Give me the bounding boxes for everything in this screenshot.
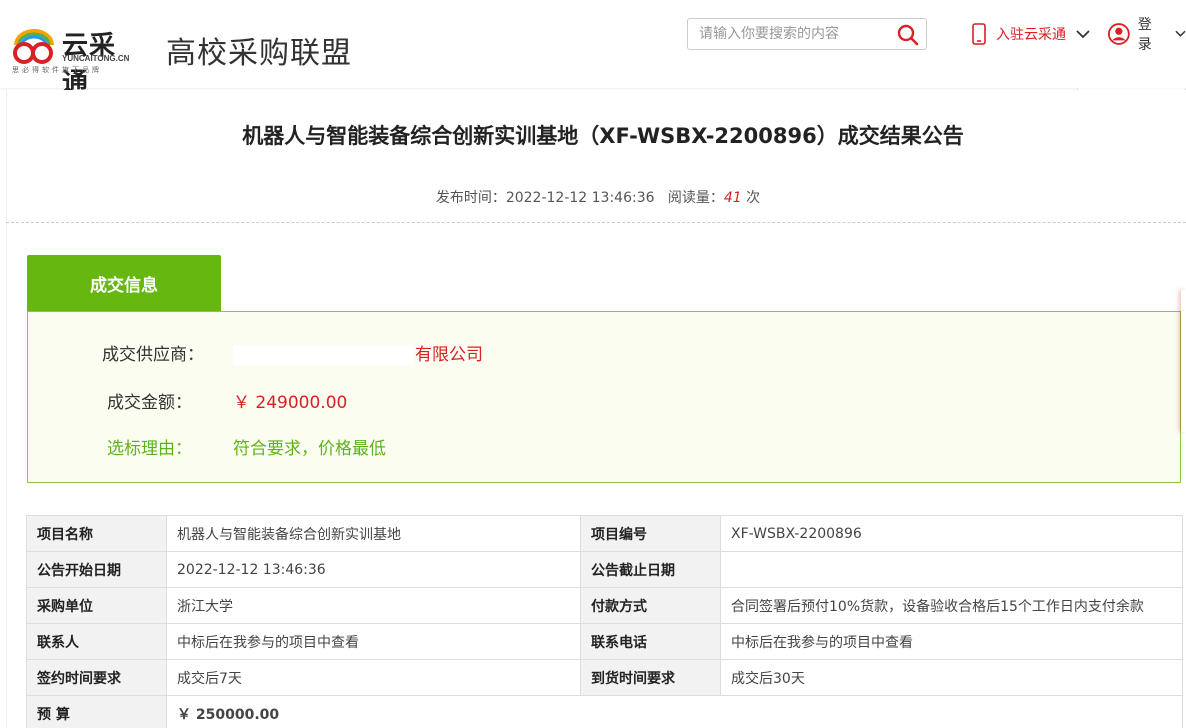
- table-value: 中标后在我参与的项目中查看: [166, 623, 581, 660]
- table-value: 中标后在我参与的项目中查看: [720, 623, 1183, 660]
- site-title: 高校采购联盟: [166, 36, 352, 71]
- table-key: 联系人: [26, 623, 167, 660]
- logo-slogan: 思必得软件旗下品牌: [12, 66, 102, 74]
- deal-reason-row: 选标理由： 符合要求，价格最低: [28, 434, 628, 459]
- search-input[interactable]: [688, 19, 888, 49]
- publish-time: 2022-12-12 13:46:36: [505, 190, 655, 206]
- reason-label: 选标理由：: [107, 439, 192, 459]
- reason-value: 符合要求，价格最低: [233, 439, 386, 459]
- supplier-label: 成交供应商：: [102, 345, 204, 365]
- table-key: 公告开始日期: [26, 551, 167, 588]
- table-row-budget: 预 算 ￥ 250000.00: [26, 695, 1183, 728]
- chevron-down-icon: [1175, 30, 1186, 37]
- supplier-value: 有限公司: [233, 340, 483, 365]
- logo-rings-icon: [13, 29, 54, 64]
- user-avatar-icon: [1108, 23, 1130, 45]
- table-key: 付款方式: [580, 587, 721, 624]
- table-value: 浙江大学: [166, 587, 581, 624]
- join-menu[interactable]: 入驻云采通: [972, 22, 1090, 46]
- supplier-name: 有限公司: [415, 345, 483, 365]
- deal-info-panel: 成交供应商： 有限公司 成交金额： ￥ 249000.00 选标理由： 符合要求…: [27, 311, 1181, 483]
- table-value: 2022-12-12 13:46:36: [166, 551, 581, 588]
- deal-supplier-row: 成交供应商： 有限公司: [28, 340, 628, 365]
- budget-label: 预 算: [26, 695, 167, 728]
- login-menu[interactable]: 登 录: [1108, 17, 1186, 53]
- table-row: 项目名称 机器人与智能装备综合创新实训基地 项目编号 XF-WSBX-22008…: [26, 515, 1183, 552]
- table-row: 联系人 中标后在我参与的项目中查看 联系电话 中标后在我参与的项目中查看: [26, 623, 1183, 660]
- table-row: 公告开始日期 2022-12-12 13:46:36 公告截止日期: [26, 551, 1183, 588]
- deal-amount-row: 成交金额： ￥ 249000.00: [28, 388, 628, 413]
- divider: [6, 222, 1186, 223]
- tab-deal-info[interactable]: 成交信息: [27, 255, 221, 312]
- table-row: 采购单位 浙江大学 付款方式 合同签署后预付10%货款，设备验收合格后15个工作…: [26, 587, 1183, 624]
- site-logo[interactable]: 云采通 YUNCAITONG.CN 思必得软件旗下品牌: [10, 25, 140, 98]
- table-value: 机器人与智能装备综合创新实训基地: [166, 515, 581, 552]
- redacted-mask: [233, 345, 413, 365]
- search-box: [687, 18, 927, 50]
- table-key: 联系电话: [580, 623, 721, 660]
- budget-value: ￥ 250000.00: [166, 695, 1183, 728]
- views-label: 阅读量：: [667, 190, 724, 206]
- article-meta: 发布时间：2022-12-12 13:46:36 阅读量：41 次: [0, 187, 1186, 207]
- logo-subtitle: YUNCAITONG.CN: [62, 54, 130, 63]
- project-info-table: 项目名称 机器人与智能装备综合创新实训基地 项目编号 XF-WSBX-22008…: [26, 515, 1183, 728]
- table-value: XF-WSBX-2200896: [720, 515, 1183, 552]
- table-key: 项目编号: [580, 515, 721, 552]
- phone-icon: [972, 23, 986, 45]
- table-key: 公告截止日期: [580, 551, 721, 588]
- page-title: 机器人与智能装备综合创新实训基地（XF-WSBX-2200896）成交结果公告: [242, 124, 964, 148]
- table-key: 采购单位: [26, 587, 167, 624]
- search-icon: [897, 24, 919, 46]
- search-button[interactable]: [896, 23, 920, 47]
- header: 云采通 YUNCAITONG.CN 思必得软件旗下品牌 高校采购联盟 入驻云采通…: [0, 0, 1186, 98]
- table-value: 成交后30天: [720, 659, 1183, 696]
- table-row: 签约时间要求 成交后7天 到货时间要求 成交后30天: [26, 659, 1183, 696]
- side-panel-edge: [1181, 290, 1186, 432]
- views-count: 41: [723, 190, 742, 206]
- table-value: 成交后7天: [166, 659, 581, 696]
- login-label: 登 录: [1137, 17, 1152, 53]
- chevron-down-icon: [1076, 30, 1090, 39]
- table-value: 合同签署后预付10%货款，设备验收合格后15个工作日内支付余款: [720, 587, 1183, 624]
- views-unit: 次: [746, 190, 761, 206]
- join-label: 入驻云采通: [996, 27, 1066, 43]
- table-key: 到货时间要求: [580, 659, 721, 696]
- publish-label: 发布时间：: [435, 190, 506, 206]
- table-key: 项目名称: [26, 515, 167, 552]
- table-value: [720, 551, 1183, 588]
- amount-label: 成交金额：: [107, 393, 192, 413]
- table-key: 签约时间要求: [26, 659, 167, 696]
- amount-value: ￥ 249000.00: [233, 393, 348, 413]
